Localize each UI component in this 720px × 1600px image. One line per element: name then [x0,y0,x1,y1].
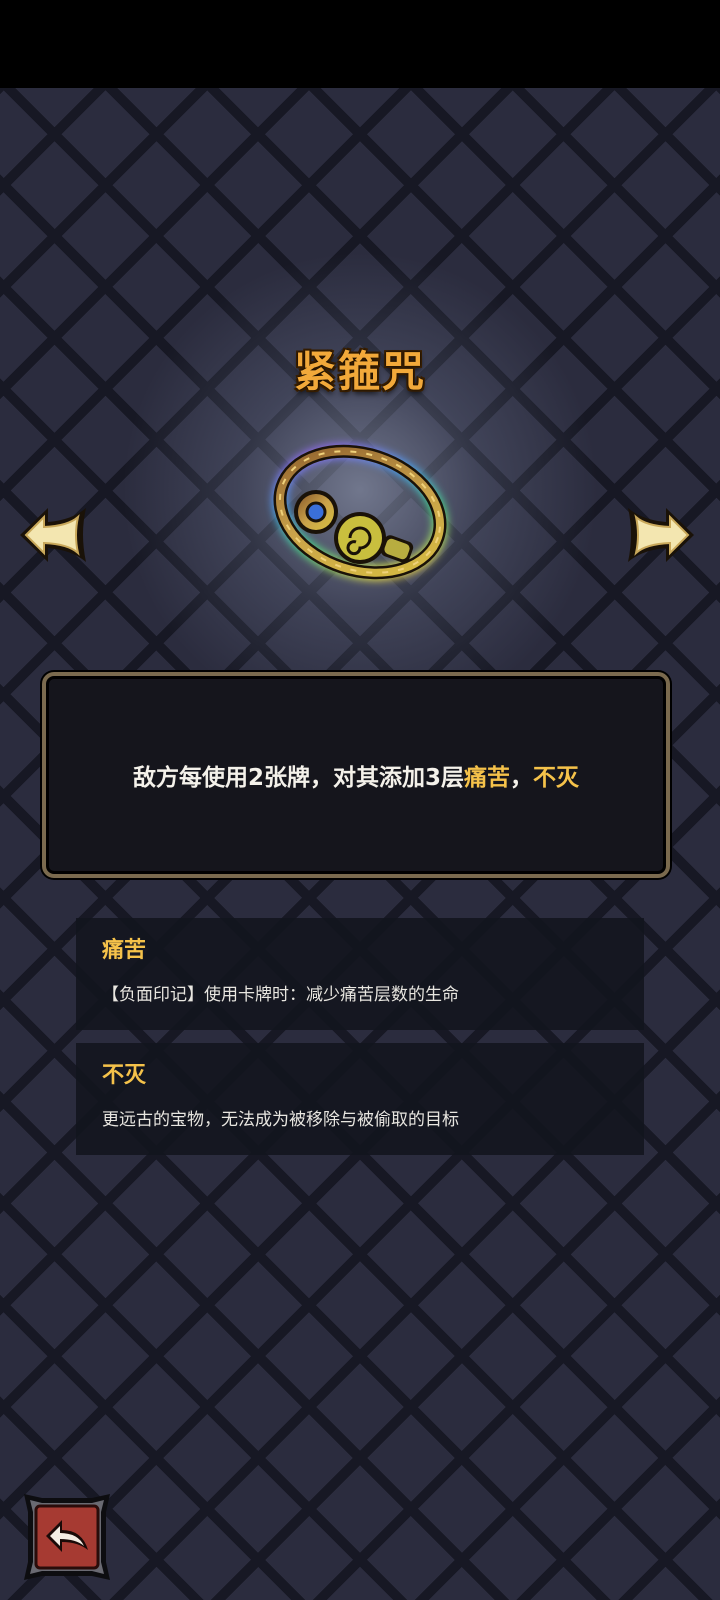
keyword-title: 不灭 [102,1063,147,1088]
item-title: 紧箍咒 [293,347,426,396]
right-arrow-icon[interactable] [620,500,700,570]
golden-headband-ring-icon [271,443,449,581]
description-text: 敌方每使用2张牌，对其添加3层 [132,765,464,791]
back-button[interactable] [22,1492,112,1582]
game-screen: 紧箍咒 敌方每使用2张牌，对其添加3层 痛苦 ， 不灭 痛苦 【负面印记】使用卡… [0,0,720,1600]
keyword-card-immortal: 不灭 更远古的宝物，无法成为被移除与被偷取的目标 [76,1043,644,1155]
description-separator: ， [510,765,533,791]
item-description: 敌方每使用2张牌，对其添加3层 痛苦，不灭 [46,676,666,874]
description-panel: 敌方每使用2张牌，对其添加3层 痛苦，不灭 [42,672,670,878]
keyword-immortal-highlight[interactable]: 不灭 [533,758,579,792]
keyword-title: 痛苦 [102,938,147,963]
keyword-description: 【负面印记】使用卡牌时：减少痛苦层数的生命 [102,985,459,1005]
left-arrow-icon[interactable] [14,500,94,570]
keyword-description: 更远古的宝物，无法成为被移除与被偷取的目标 [102,1110,459,1130]
status-bar [0,0,720,88]
keyword-card-pain: 痛苦 【负面印记】使用卡牌时：减少痛苦层数的生命 [76,918,644,1030]
keyword-pain-highlight[interactable]: 痛苦 [464,758,510,792]
